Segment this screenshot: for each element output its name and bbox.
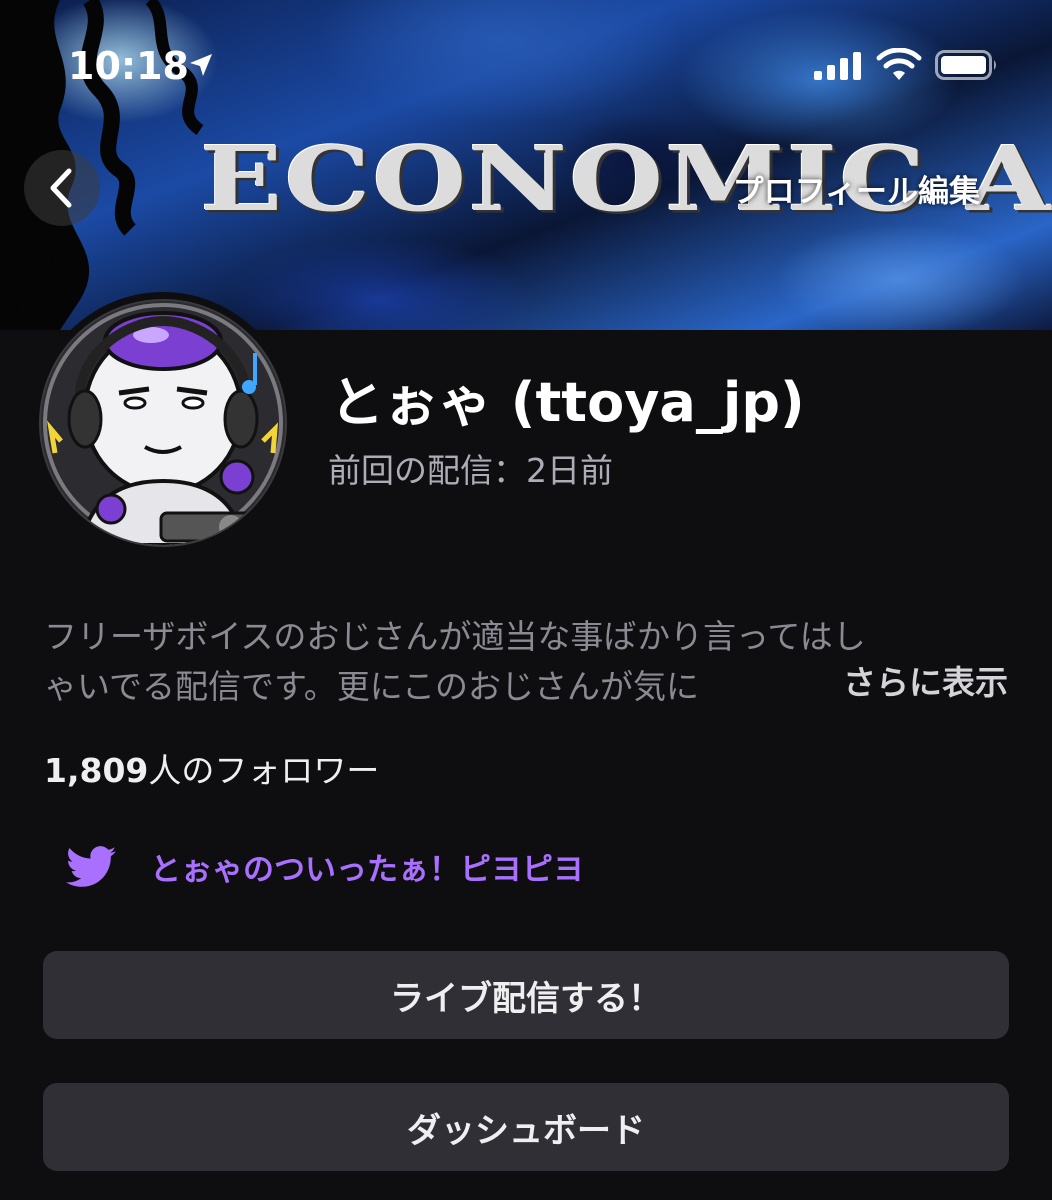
social-link-label: とぉゃのついったぁ！ピヨピヨ — [150, 852, 584, 888]
display-name: とぉゃ (ttoya_jp) — [330, 371, 805, 434]
dashboard-button[interactable]: ダッシュボード — [43, 1083, 1009, 1171]
followers-count[interactable]: 1,809人のフォロワー — [44, 744, 379, 792]
chevron-left-icon — [50, 168, 72, 208]
go-live-button[interactable]: ライブ配信する！ — [43, 951, 1009, 1039]
battery-icon — [935, 50, 996, 80]
avatar-image — [39, 299, 287, 547]
status-time: 10:18 — [68, 44, 189, 88]
social-link-twitter[interactable]: とぉゃのついったぁ！ピヨピヨ — [66, 844, 584, 889]
bio-line: ゃいでる配信です。更にこのおじさんが気に — [44, 667, 700, 706]
back-button[interactable] — [24, 150, 100, 226]
followers-number: 1,809 — [44, 751, 149, 790]
wifi-icon — [876, 48, 922, 80]
avatar-illustration — [41, 301, 285, 545]
bio-line: フリーザボイスのおじさんが適当な事ばかり言ってはし — [44, 617, 866, 656]
cellular-signal-icon — [814, 52, 861, 80]
last-stream-info: 前回の配信：2日前 — [328, 451, 613, 490]
twitter-icon — [66, 845, 116, 887]
location-arrow-icon — [190, 54, 212, 76]
followers-label: 人のフォロワー — [148, 751, 380, 790]
edit-profile-button[interactable]: プロフィール編集 — [733, 166, 980, 211]
avatar[interactable] — [32, 292, 294, 554]
show-more-link[interactable]: さらに表示 — [843, 656, 1008, 704]
